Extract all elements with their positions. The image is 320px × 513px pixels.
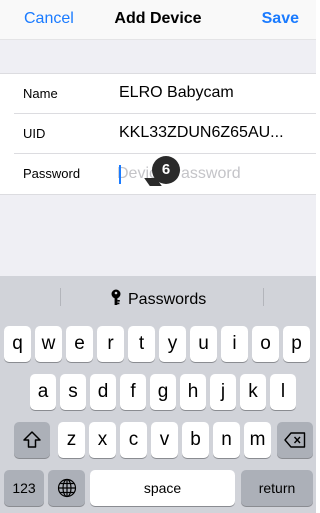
keyboard: Passwords q w e r t y u i o p a s d f g … — [0, 276, 316, 513]
key-x[interactable]: x — [89, 422, 116, 458]
uid-field[interactable]: KKL33ZDUN6Z65AU... — [119, 124, 284, 142]
key-n[interactable]: n — [213, 422, 240, 458]
key-t[interactable]: t — [128, 326, 155, 362]
suggestion-bar: Passwords — [0, 276, 316, 318]
key-a[interactable]: a — [30, 374, 56, 410]
password-field[interactable] — [117, 162, 307, 186]
backspace-icon — [284, 432, 306, 448]
section-spacer — [0, 195, 316, 276]
space-key[interactable]: space — [90, 470, 235, 506]
password-label: Password — [23, 166, 81, 181]
uid-row[interactable]: UID KKL33ZDUN6Z65AU... — [0, 114, 316, 154]
delete-key[interactable] — [277, 422, 313, 458]
key-icon — [111, 289, 121, 305]
name-field[interactable]: ELRO Babycam — [119, 84, 234, 102]
return-key[interactable]: return — [241, 470, 313, 506]
key-c[interactable]: c — [120, 422, 147, 458]
save-button[interactable]: Save — [262, 10, 299, 28]
globe-key[interactable] — [48, 470, 85, 506]
section-spacer — [0, 40, 316, 73]
key-s[interactable]: s — [60, 374, 86, 410]
numbers-key[interactable]: 123 — [4, 470, 44, 506]
key-i[interactable]: i — [221, 326, 248, 362]
shift-key[interactable] — [14, 422, 50, 458]
passwords-label: Passwords — [128, 291, 207, 308]
key-z[interactable]: z — [58, 422, 85, 458]
passwords-suggestion[interactable]: Passwords — [110, 289, 206, 309]
name-row[interactable]: Name ELRO Babycam — [0, 74, 316, 114]
key-w[interactable]: w — [35, 326, 62, 362]
cancel-button[interactable]: Cancel — [24, 10, 74, 28]
key-e[interactable]: e — [66, 326, 93, 362]
key-k[interactable]: k — [240, 374, 266, 410]
name-label: Name — [23, 86, 58, 101]
globe-icon — [57, 478, 76, 498]
step-badge: 6 — [152, 156, 180, 184]
key-p[interactable]: p — [283, 326, 310, 362]
navigation-bar: Cancel Add Device Save — [0, 0, 316, 40]
key-g[interactable]: g — [150, 374, 176, 410]
key-r[interactable]: r — [97, 326, 124, 362]
key-o[interactable]: o — [252, 326, 279, 362]
uid-label: UID — [23, 126, 46, 141]
key-j[interactable]: j — [210, 374, 236, 410]
key-h[interactable]: h — [180, 374, 206, 410]
key-q[interactable]: q — [4, 326, 31, 362]
key-b[interactable]: b — [182, 422, 209, 458]
key-d[interactable]: d — [90, 374, 116, 410]
shift-icon — [23, 431, 41, 448]
text-cursor — [119, 165, 121, 184]
key-v[interactable]: v — [151, 422, 178, 458]
suggestion-divider — [60, 288, 61, 306]
key-y[interactable]: y — [159, 326, 186, 362]
key-u[interactable]: u — [190, 326, 217, 362]
key-f[interactable]: f — [120, 374, 146, 410]
key-m[interactable]: m — [244, 422, 271, 458]
suggestion-divider — [263, 288, 264, 306]
key-l[interactable]: l — [270, 374, 296, 410]
